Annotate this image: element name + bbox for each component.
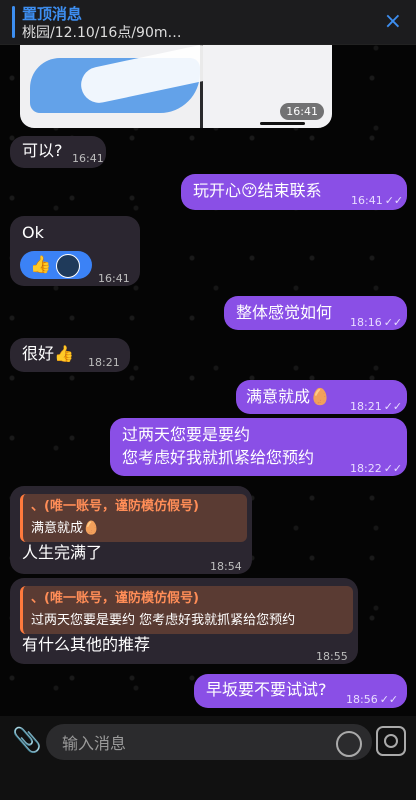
message-incoming[interactable]: 可以? 16:41: [10, 136, 106, 168]
read-ticks-icon: ✓✓: [379, 693, 399, 706]
message-outgoing[interactable]: 过两天您要是要约 您考虑好我就抓紧给您预约 18:22 ✓✓: [110, 418, 407, 476]
message-text: 很好👍: [22, 344, 74, 363]
message-text: 有什么其他的推荐: [22, 635, 151, 654]
read-ticks-icon: ✓✓: [383, 400, 403, 413]
thumbs-up-icon: 👍: [30, 255, 52, 275]
message-time: 18:54: [210, 560, 242, 573]
message-outgoing[interactable]: 整体感觉如何 18:16 ✓✓: [224, 296, 407, 330]
pinned-indicator: [12, 6, 15, 38]
message-text: 可以?: [22, 141, 63, 160]
message-time: 18:21: [88, 356, 120, 369]
message-time: 16:41: [98, 272, 130, 285]
reply-author: 、(唯一账号，谨防模仿假号): [31, 591, 199, 606]
reply-quote[interactable]: 、(唯一账号，谨防模仿假号) 满意就成🥚: [20, 494, 247, 542]
message-time: 18:55: [316, 650, 348, 663]
reply-text: 过两天您要是要约 您考虑好我就抓紧给您预约: [31, 613, 296, 628]
message-outgoing[interactable]: 满意就成🥚 18:21 ✓✓: [236, 380, 407, 414]
message-input[interactable]: [60, 730, 324, 756]
photo-time: 16:41: [280, 103, 324, 120]
message-text: 早坂要不要试试?: [206, 680, 327, 699]
message-text: 整体感觉如何: [236, 303, 333, 322]
pinned-message-bar[interactable]: 置顶消息 桃园/12.10/16点/90m… ×: [0, 0, 416, 45]
message-text: 人生完满了: [22, 543, 103, 562]
reply-quote[interactable]: 、(唯一账号，谨防模仿假号) 过两天您要是要约 您考虑好我就抓紧给您预约: [20, 586, 353, 634]
message-outgoing[interactable]: 玩开心😚结束联系 16:41 ✓✓: [181, 174, 407, 210]
message-field[interactable]: [46, 724, 372, 760]
paperclip-icon[interactable]: 📎: [12, 726, 42, 754]
video-message-icon[interactable]: [376, 726, 406, 756]
read-ticks-icon: ✓✓: [383, 462, 403, 475]
message-text: Ok: [22, 223, 44, 242]
message-text: 满意就成🥚: [246, 387, 330, 406]
message-text: 玩开心😚结束联系: [193, 181, 322, 200]
pinned-preview: 桃园/12.10/16点/90m…: [22, 25, 182, 41]
message-time: 18:16 ✓✓: [350, 316, 403, 329]
message-incoming[interactable]: 很好👍 18:21: [10, 338, 130, 372]
message-time: 18:21 ✓✓: [350, 400, 403, 413]
message-time: 18:22 ✓✓: [350, 462, 403, 475]
message-text-line: 过两天您要是要约: [122, 425, 251, 444]
photo-message[interactable]: 16:41: [20, 38, 332, 128]
message-time: 16:41 ✓✓: [351, 194, 404, 207]
avatar: [56, 254, 80, 278]
message-outgoing[interactable]: 早坂要不要试试? 18:56 ✓✓: [194, 674, 407, 708]
message-incoming-reply[interactable]: 、(唯一账号，谨防模仿假号) 满意就成🥚 人生完满了 18:54: [10, 486, 252, 574]
reaction-chip[interactable]: 👍: [20, 251, 92, 279]
sticker-icon[interactable]: [336, 731, 362, 757]
message-input-bar: 📎: [0, 716, 416, 800]
message-time: 18:56 ✓✓: [346, 693, 399, 706]
reply-text: 满意就成🥚: [31, 521, 100, 536]
read-ticks-icon: ✓✓: [384, 194, 404, 207]
close-icon[interactable]: ×: [384, 9, 402, 34]
read-ticks-icon: ✓✓: [383, 316, 403, 329]
message-time: 16:41: [72, 152, 104, 165]
pinned-title: 置顶消息: [22, 5, 83, 23]
message-incoming-reply[interactable]: 、(唯一账号，谨防模仿假号) 过两天您要是要约 您考虑好我就抓紧给您预约 有什么…: [10, 578, 358, 664]
message-text-line: 您考虑好我就抓紧给您预约: [122, 448, 315, 467]
reply-author: 、(唯一账号，谨防模仿假号): [31, 499, 199, 514]
photo-detail-line: [260, 122, 305, 125]
